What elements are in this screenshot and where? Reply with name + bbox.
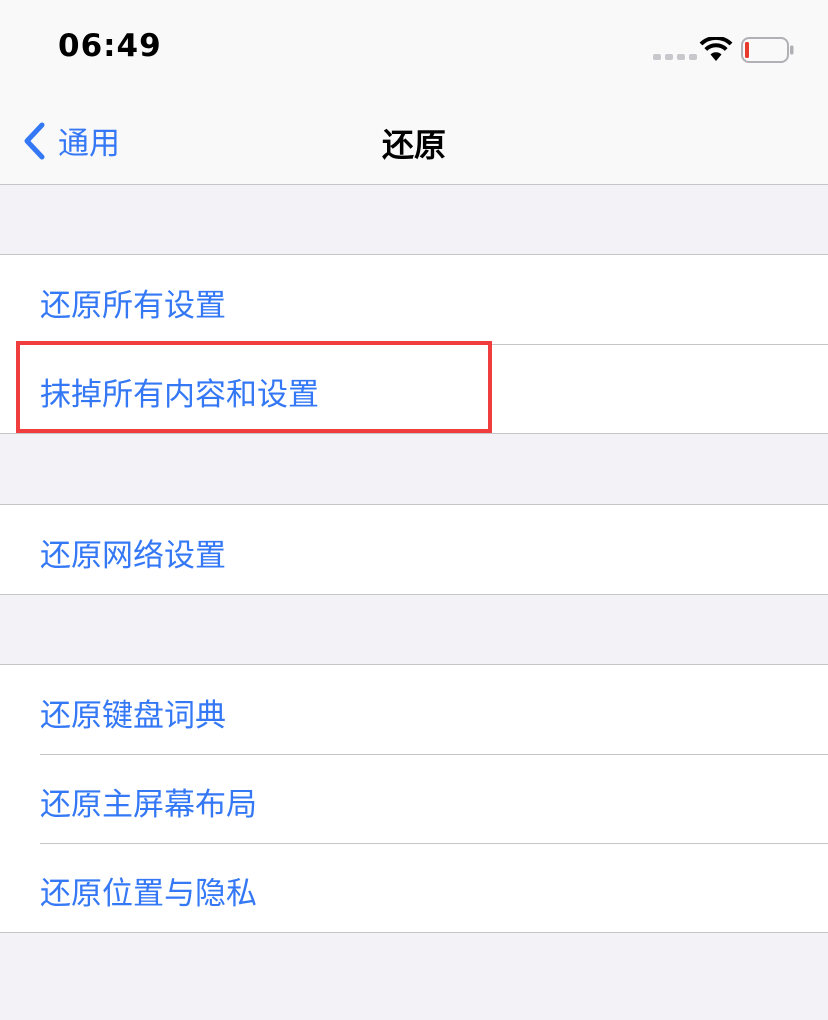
list-item-label: 还原位置与隐私 [40,876,257,912]
list-item-label: 还原网络设置 [40,538,226,574]
settings-group-network: 还原网络设置 [0,504,828,595]
list-item-reset-network-settings[interactable]: 还原网络设置 [0,505,828,594]
page-title: 还原 [381,126,446,164]
list-item-label: 还原所有设置 [40,288,226,324]
status-time: 06:49 [58,28,162,64]
battery-low-icon [741,37,794,63]
list-item-label: 还原键盘词典 [40,698,226,734]
list-item-reset-home-screen-layout[interactable]: 还原主屏幕布局 [0,754,828,843]
status-bar: 06:49 [0,0,828,96]
highlight-box [16,341,492,433]
settings-group-other: 还原键盘词典 还原主屏幕布局 还原位置与隐私 [0,664,828,933]
list-item-reset-keyboard-dictionary[interactable]: 还原键盘词典 [0,665,828,754]
wifi-icon [699,37,733,61]
list-item-reset-all-settings[interactable]: 还原所有设置 [0,255,828,344]
list-item-label: 还原主屏幕布局 [40,787,257,823]
cellular-signal-icon [653,54,697,60]
list-item-reset-location-privacy[interactable]: 还原位置与隐私 [0,843,828,932]
navigation-bar: 通用 还原 [0,96,828,185]
